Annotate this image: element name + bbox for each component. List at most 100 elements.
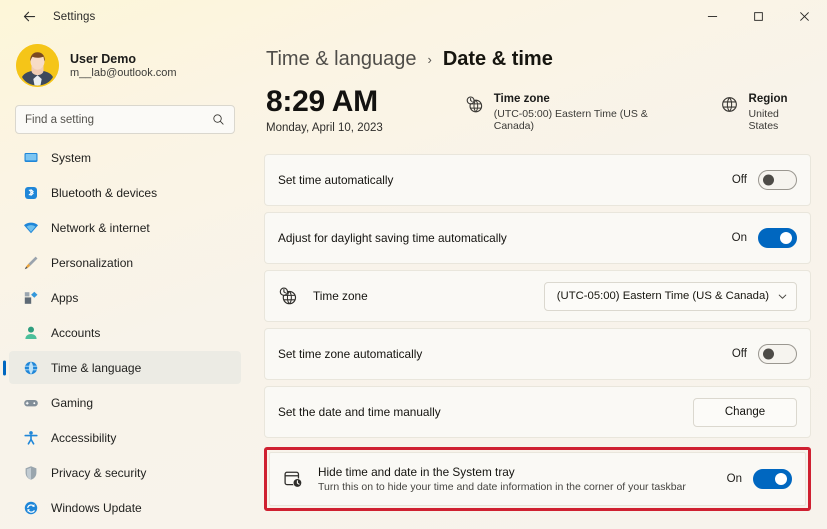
update-icon [22,499,39,516]
region-summary-value: United States [748,108,779,132]
setting-state-label: On [731,232,747,244]
sidebar-nav: System Bluetooth & devices Network & int… [9,141,241,524]
current-time-block: 8:29 AM Monday, April 10, 2023 [266,86,465,134]
setting-title: Set time zone automatically [278,347,423,361]
sidebar-item-label: Accounts [51,325,101,340]
timezone-summary-title: Time zone [493,93,550,105]
search-icon [212,113,225,126]
minimize-button[interactable] [689,0,735,33]
setting-row-set-date-time-manually[interactable]: Set the date and time manually Change [264,386,811,438]
back-arrow-icon [23,11,35,22]
sidebar-item-label: Bluetooth & devices [51,185,158,200]
sidebar-item-label: Privacy & security [51,465,147,480]
shield-icon [22,464,39,481]
globe-icon [720,95,740,114]
sidebar-item-accounts[interactable]: Accounts [9,316,241,349]
sidebar-item-label: Windows Update [51,500,142,515]
sidebar-item-personalization[interactable]: Personalization [9,246,241,279]
gamepad-icon [22,394,39,411]
account-name: User Demo [70,52,136,66]
set-time-automatically-toggle[interactable] [758,170,797,190]
setting-title: Hide time and date in the System tray [318,465,515,479]
sidebar-item-apps[interactable]: Apps [9,281,241,314]
current-time: 8:29 AM [266,85,378,118]
page-title: Date & time [442,48,553,70]
breadcrumb: Time & language › Date & time [264,48,811,71]
setting-row-hide-time-date[interactable]: Hide time and date in the System tray Tu… [269,452,806,506]
toggle-knob [780,232,792,244]
change-button[interactable]: Change [693,397,797,427]
hide-time-date-toggle[interactable] [753,469,792,489]
current-date: Monday, April 10, 2023 [266,121,383,134]
toggle-knob [763,348,774,360]
bluetooth-icon [22,184,39,201]
sidebar-item-gaming[interactable]: Gaming [9,386,241,419]
setting-subtitle: Turn this on to hide your time and date … [318,481,686,493]
sidebar-item-time-language[interactable]: Time & language [9,351,241,384]
toggle-knob [763,174,774,186]
sidebar-item-label: Personalization [51,255,134,270]
setting-row-time-zone[interactable]: Time zone (UTC-05:00) Eastern Time (US &… [264,270,811,322]
title-bar: Settings [0,0,827,33]
person-icon [22,324,39,341]
account-email: m__lab@outlook.com [70,67,177,79]
timezone-summary: Time zone (UTC-05:00) Eastern Time (US &… [465,93,690,132]
search-box[interactable] [15,105,235,134]
clock-summary: 8:29 AM Monday, April 10, 2023 Time zone [264,86,811,144]
timezone-summary-value: (UTC-05:00) Eastern Time (US & Canada) [493,108,648,132]
setting-title: Time zone [313,289,368,303]
sidebar: User Demo m__lab@outlook.com Find a sett… [0,33,250,529]
main-content: Time & language › Date & time 8:29 AM Mo… [250,33,827,529]
setting-row-adjust-daylight-saving[interactable]: Adjust for daylight saving time automati… [264,212,811,264]
setting-title: Adjust for daylight saving time automati… [278,231,507,245]
account-block[interactable]: User Demo m__lab@outlook.com [9,35,241,96]
sidebar-item-bluetooth-devices[interactable]: Bluetooth & devices [9,176,241,209]
setting-state-label: Off [731,174,747,186]
search-input[interactable] [25,113,225,126]
monitor-icon [22,149,39,166]
setting-state-label: On [726,473,742,485]
sidebar-item-label: Accessibility [51,430,117,445]
sidebar-item-label: Time & language [51,360,142,375]
setting-title: Set the date and time manually [278,405,441,419]
time-zone-dropdown[interactable]: (UTC-05:00) Eastern Time (US & Canada) [543,281,797,311]
setting-row-set-time-automatically[interactable]: Set time automatically Off [264,154,811,206]
minimize-icon [707,16,717,17]
globe-clock-icon [278,286,300,306]
globe-clock-icon [22,359,39,376]
adjust-daylight-saving-toggle[interactable] [758,228,797,248]
sidebar-item-accessibility[interactable]: Accessibility [9,421,241,454]
maximize-button[interactable] [735,0,781,33]
sidebar-item-label: System [51,150,92,165]
set-time-zone-automatically-toggle[interactable] [758,344,797,364]
close-button[interactable] [781,0,827,33]
time-zone-selected-value: (UTC-05:00) Eastern Time (US & Canada) [556,290,769,302]
sidebar-item-windows-update[interactable]: Windows Update [9,491,241,524]
globe-clock-icon [465,95,485,114]
chevron-down-icon [777,291,788,302]
apps-icon [22,289,39,306]
window-title: Settings [53,10,96,23]
sidebar-item-network-internet[interactable]: Network & internet [9,211,241,244]
avatar-person-icon [16,44,59,87]
sidebar-item-label: Network & internet [51,220,150,235]
region-summary: Region United States [720,93,811,132]
maximize-icon [753,12,763,21]
chevron-right-icon: › [427,52,432,67]
setting-row-set-time-zone-automatically[interactable]: Set time zone automatically Off [264,328,811,380]
sidebar-item-label: Gaming [51,395,94,410]
sidebar-item-system[interactable]: System [9,141,241,174]
breadcrumb-parent[interactable]: Time & language [266,48,416,71]
calendar-clock-icon [283,469,305,490]
close-icon [799,12,809,21]
paintbrush-icon [22,254,39,271]
settings-window: Settings User Demo m__lab@outlook.com Fi… [0,0,827,529]
sidebar-item-privacy-security[interactable]: Privacy & security [9,456,241,489]
settings-list: Set time automatically Off Adjust for da… [264,154,811,511]
window-controls [689,0,827,33]
toggle-knob [775,473,787,485]
avatar [16,44,59,87]
back-button[interactable] [14,4,44,30]
setting-title: Set time automatically [278,173,394,187]
accessibility-icon [22,429,39,446]
